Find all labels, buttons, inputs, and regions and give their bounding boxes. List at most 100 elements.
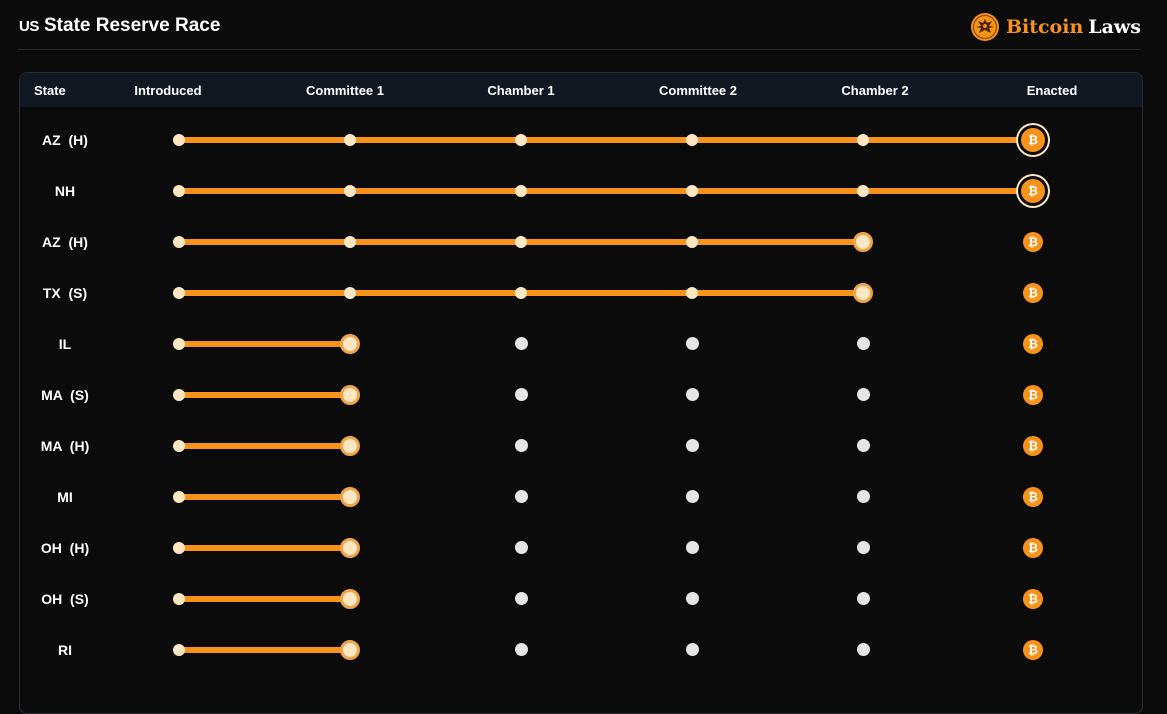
stage-dot-complete — [686, 235, 698, 248]
column-header-enacted: Enacted — [1026, 83, 1078, 98]
state-label: IL — [58, 335, 72, 352]
stage-dot-complete — [173, 541, 185, 554]
brand-name: Bitcoin Laws — [1006, 16, 1141, 38]
stage-dot-current — [340, 333, 360, 354]
state-label: AZ (H) — [42, 233, 88, 250]
table-row[interactable]: RI ₿ — [20, 624, 1142, 675]
state-label: MA (S) — [41, 386, 89, 403]
stage-dot-pending — [685, 643, 699, 656]
stage-dot-pending — [685, 490, 699, 503]
stage-dot-current — [340, 588, 360, 609]
stage-dot-pending — [856, 643, 870, 656]
page-title: State Reserve Race — [44, 15, 221, 36]
state-label: OH (S) — [41, 590, 89, 607]
bitcoin-icon: ₿ — [1023, 231, 1043, 252]
progress-bar — [179, 391, 350, 398]
progress-bar — [179, 544, 350, 551]
bitcoin-icon: ₿ — [1023, 639, 1043, 660]
stage-dot-complete — [344, 235, 356, 248]
progress-bar — [179, 187, 1033, 194]
stage-dot-complete — [173, 388, 185, 401]
stage-dot-complete — [173, 643, 185, 656]
stage-dot-pending — [514, 541, 528, 554]
progress-bar — [179, 646, 350, 653]
stage-dot-current — [853, 231, 873, 252]
table-row[interactable]: TX (S) ₿ — [20, 267, 1142, 318]
progress-bar — [179, 136, 1033, 143]
stage-dot-pending — [514, 439, 528, 452]
brand-logo-link[interactable]: Bitcoin Laws — [970, 11, 1141, 43]
stage-dot-complete — [515, 235, 527, 248]
table-row[interactable]: AZ (H) ₿ — [20, 114, 1142, 165]
table-row[interactable]: MA (H) ₿ — [20, 420, 1142, 471]
column-header-state: State — [34, 83, 66, 98]
stage-dot-complete — [857, 133, 869, 146]
stage-dot-current — [853, 282, 873, 303]
stage-dot-complete — [173, 439, 185, 452]
stage-dot-pending — [514, 592, 528, 605]
state-label: RI — [58, 641, 72, 658]
bitcoin-icon: ₿ — [1021, 178, 1045, 203]
column-header-committee-1: Committee 1 — [305, 83, 385, 98]
state-label: MI — [57, 488, 73, 505]
brand-bitcoin-text: Bitcoin — [1005, 16, 1084, 38]
stage-dot-pending — [856, 592, 870, 605]
stage-dot-complete — [686, 286, 698, 299]
stage-dot-pending — [685, 337, 699, 350]
column-header-committee-2: Committee 2 — [658, 83, 738, 98]
page-header: US State Reserve Race Bitcoin Laws — [18, 0, 1141, 50]
stage-dot-complete — [173, 286, 185, 299]
bitcoin-icon: ₿ — [1023, 384, 1043, 405]
stage-dot-complete — [344, 286, 356, 299]
stage-dot-pending — [514, 388, 528, 401]
progress-bar — [179, 442, 350, 449]
stage-dot-current — [340, 486, 360, 507]
table-row[interactable]: NH ₿ — [20, 165, 1142, 216]
stage-dot-current — [340, 537, 360, 558]
reserve-race-table: State Introduced Committee 1 Chamber 1 C… — [19, 72, 1143, 714]
stage-dot-pending — [856, 490, 870, 503]
stage-dot-complete — [515, 133, 527, 146]
table-header: State Introduced Committee 1 Chamber 1 C… — [20, 73, 1142, 107]
stage-dot-pending — [856, 337, 870, 350]
column-header-introduced: Introduced — [134, 83, 202, 98]
table-row[interactable]: OH (H) ₿ — [20, 522, 1142, 573]
bitcoin-icon: ₿ — [1023, 333, 1043, 354]
stage-dot-pending — [856, 388, 870, 401]
progress-bar — [179, 493, 350, 500]
stage-dot-pending — [685, 541, 699, 554]
stage-dot-complete — [173, 337, 185, 350]
stage-dot-current — [340, 639, 360, 660]
stage-dot-current — [340, 384, 360, 405]
stage-dot-complete — [686, 133, 698, 146]
bitcoin-icon: ₿ — [1023, 486, 1043, 507]
bitcoin-icon: ₿ — [1023, 435, 1043, 456]
column-header-chamber-1: Chamber 1 — [487, 83, 555, 98]
stage-dot-pending — [514, 490, 528, 503]
stage-dot-complete — [173, 592, 185, 605]
state-label: AZ (H) — [42, 131, 88, 148]
table-row[interactable]: AZ (H) ₿ — [20, 216, 1142, 267]
table-row[interactable]: IL ₿ — [20, 318, 1142, 369]
brand-laws-text: Laws — [1088, 16, 1141, 38]
state-label: OH (H) — [40, 539, 90, 556]
stage-dot-complete — [344, 184, 356, 197]
stage-dot-pending — [514, 643, 528, 656]
progress-bar — [179, 340, 350, 347]
state-label: NH — [54, 182, 76, 199]
table-row[interactable]: OH (S) ₿ — [20, 573, 1142, 624]
table-row[interactable]: MI ₿ — [20, 471, 1142, 522]
state-label: MA (H) — [40, 437, 90, 454]
stage-dot-complete — [515, 184, 527, 197]
state-label: TX (S) — [42, 284, 88, 301]
stage-dot-complete — [686, 184, 698, 197]
table-row[interactable]: MA (S) ₿ — [20, 369, 1142, 420]
stage-dot-pending — [856, 439, 870, 452]
stage-dot-pending — [856, 541, 870, 554]
stage-dot-pending — [685, 388, 699, 401]
eagle-seal-icon — [970, 13, 999, 41]
stage-dot-complete — [173, 235, 185, 248]
stage-dot-pending — [514, 337, 528, 350]
us-flag-icon: US — [19, 18, 39, 35]
stage-dot-complete — [515, 286, 527, 299]
